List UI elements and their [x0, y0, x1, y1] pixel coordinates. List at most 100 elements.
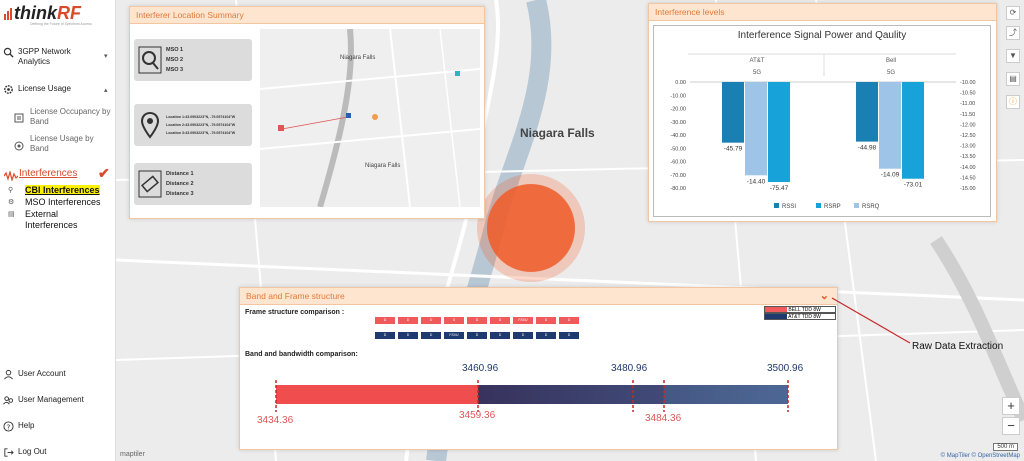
logo-tagline: Defining the Future of Spectrum Access — [30, 22, 92, 26]
legend-label: RSRQ — [862, 204, 880, 210]
sidebar-item-logout[interactable]: Log Out — [3, 447, 46, 458]
left-axis-tick: -20.00 — [670, 107, 686, 113]
mso-marker — [455, 71, 460, 76]
sidebar-item-label: User Account — [18, 369, 66, 378]
frame-cell: D — [467, 332, 487, 339]
bandwidth-label: Band and bandwidth comparison: — [245, 351, 358, 358]
logout-icon — [4, 448, 14, 457]
chevron-down-icon[interactable]: ⌄ — [820, 289, 829, 302]
frame-cell: D — [444, 317, 464, 324]
mso-line: MSO 2 — [166, 57, 184, 63]
frame-cell: D — [421, 317, 441, 324]
frame-cell: F/D/U — [444, 332, 464, 339]
sidebar-item-label: 3GPP Network Analytics — [18, 47, 71, 66]
right-axis-tick: -12.50 — [960, 133, 976, 139]
bar-rsrq — [879, 82, 901, 169]
gear-icon — [4, 85, 13, 94]
left-axis-tick: -70.00 — [670, 173, 686, 179]
chevron-up-icon[interactable]: ▴ — [104, 86, 108, 94]
license-occupancy-icon — [14, 110, 24, 123]
waveform-icon — [3, 168, 19, 183]
app-logo[interactable]: thinkRF — [14, 3, 81, 24]
legend-att: AT&T TDD 8W — [764, 313, 836, 320]
ruler-icon — [138, 170, 162, 198]
data-label: -14.40 — [747, 178, 766, 185]
group-operator-label: Bell — [886, 58, 896, 64]
location-marker — [372, 114, 378, 120]
sidebar-subitem-mso[interactable]: MSO Interferences — [25, 197, 101, 207]
bar-rsrp — [902, 82, 924, 179]
zoom-in-button[interactable]: + — [1002, 397, 1020, 415]
export-icon[interactable]: ⤴ — [1006, 26, 1020, 40]
mso-card: MSO 1 MSO 2 MSO 3 — [134, 39, 252, 81]
bar-rsrp — [768, 82, 790, 182]
distance-line: Distance 3 — [166, 191, 194, 197]
frame-cell: D — [467, 317, 487, 324]
filter-icon[interactable]: ▼ — [1006, 49, 1020, 63]
search-icon — [138, 46, 162, 74]
data-label: -44.98 — [858, 145, 877, 152]
frame-cell: D — [421, 332, 441, 339]
bar-rssi — [722, 82, 744, 143]
distance-line: Distance 2 — [166, 181, 194, 187]
sidebar-item-help[interactable]: ? Help — [3, 421, 34, 432]
sidebar-subitem-license-occupancy[interactable]: License Occupancy by Band — [30, 107, 114, 127]
chevron-down-icon[interactable]: ✔ — [98, 165, 110, 182]
sidebar-subitem-cbi[interactable]: CBI Interferences — [25, 185, 100, 195]
location-line: Location 2:43.0903223°N, -79.0574104°W — [166, 123, 236, 127]
right-axis-tick: -11.00 — [960, 101, 975, 107]
frame-cell: D — [559, 332, 579, 339]
mso-marker — [346, 113, 351, 118]
mso-icon: ⚙ — [8, 199, 15, 206]
data-label: -73.01 — [904, 182, 923, 189]
sidebar-item-label: Help — [18, 421, 35, 430]
map-attribution[interactable]: © MapTiler © OpenStreetMap — [941, 453, 1020, 459]
left-axis-tick: -40.00 — [670, 133, 686, 139]
info-icon[interactable]: ⓘ — [1006, 95, 1020, 109]
sidebar-item-interferences[interactable]: Interferences — [19, 168, 77, 179]
right-axis-tick: -10.00 — [960, 80, 976, 86]
sidebar-subitem-external[interactable]: External Interferences — [25, 209, 95, 231]
distance-card: Distance 1 Distance 2 Distance 3 — [134, 163, 252, 205]
map-scale: 500 m — [993, 443, 1018, 451]
distance-line: Distance 1 — [166, 171, 194, 177]
panel-title: Band and Frame structure — [240, 288, 837, 305]
frame-cell: D — [375, 317, 395, 324]
sidebar-item-3gpp[interactable]: 3GPP Network Analytics — [3, 47, 113, 67]
sidebar-item-user-account[interactable]: User Account — [3, 369, 66, 380]
panel-title: Interference levels — [649, 4, 996, 21]
bar-rsrq — [745, 82, 767, 176]
legend-bell: BELL TDD 8W — [764, 306, 836, 313]
interferer-location-panel: Interferer Location Summary MSO 1 MSO 2 … — [129, 6, 485, 219]
sidebar-subitem-license-usage[interactable]: License Usage by Band — [30, 134, 110, 154]
sidebar-item-user-management[interactable]: User Management — [3, 395, 84, 406]
sidebar-item-label: License Usage — [18, 84, 71, 93]
chevron-down-icon[interactable]: ▾ — [104, 52, 108, 60]
document-icon[interactable]: ▤ — [1006, 72, 1020, 86]
sidebar-item-label: Log Out — [18, 447, 47, 456]
data-label: -75.47 — [770, 185, 789, 192]
frame-structure-label: Frame structure comparison : — [245, 309, 345, 316]
legend-label: RSSI — [782, 204, 796, 210]
interferer-mini-map[interactable]: Niagara Falls Niagara Falls — [260, 29, 480, 207]
frame-cell: D — [513, 332, 533, 339]
frame-cell: D — [536, 317, 556, 324]
overlap-bar — [478, 385, 664, 404]
frame-cell: D — [375, 332, 395, 339]
right-axis-tick: -13.00 — [960, 144, 976, 150]
data-label: -45.79 — [724, 146, 743, 153]
data-label: -14.09 — [881, 172, 900, 179]
interference-chart: Interference Signal Power and Qaulity AT… — [653, 25, 991, 217]
legend-swatch — [816, 203, 821, 208]
zoom-out-button[interactable]: − — [1002, 417, 1020, 435]
frame-cell: D — [398, 332, 418, 339]
refresh-icon[interactable]: ⟳ — [1006, 6, 1020, 20]
left-axis-tick: -10.00 — [670, 93, 686, 99]
mini-map-label: Niagara Falls — [340, 55, 376, 61]
maptiler-logo: maptiler — [120, 451, 145, 458]
sidebar-item-license[interactable]: License Usage — [3, 84, 71, 95]
frame-cell: D — [398, 317, 418, 324]
location-pin-icon — [140, 111, 160, 139]
sidebar: thinkRF Defining the Future of Spectrum … — [0, 0, 116, 461]
att-end-freq: 3500.96 — [767, 363, 804, 374]
